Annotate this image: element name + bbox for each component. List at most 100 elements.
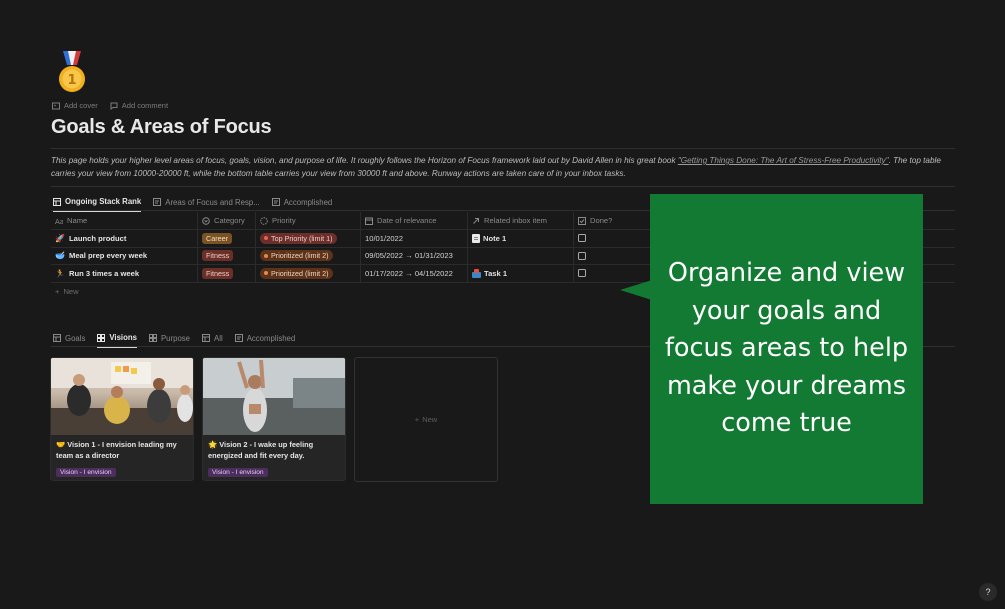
callout-text: Organize and view your goals and focus a… (664, 258, 909, 439)
tab-label: Areas of Focus and Resp... (165, 197, 260, 207)
text-property-icon: Aa (55, 218, 63, 225)
category-cell[interactable]: Fitness (198, 247, 256, 264)
star-icon: 🌟 (208, 440, 218, 449)
done-cell (574, 248, 649, 265)
relation-arrow-icon (473, 217, 479, 224)
inbox-label: Task 1 (484, 268, 508, 278)
status-dot (264, 271, 268, 276)
column-header-priority[interactable]: Priority (256, 212, 361, 229)
add-cover-button[interactable]: Add cover (52, 101, 98, 110)
table-icon (202, 334, 211, 342)
tab-label: Accomplished (246, 333, 296, 343)
callout-pointer (620, 280, 652, 300)
medal-icon[interactable]: 1 (55, 51, 89, 95)
date-cell[interactable]: 01/17/2022 → 04/15/2022 (361, 265, 468, 282)
inbox-link[interactable]: Task 1 (472, 268, 508, 278)
name-cell[interactable]: 🚀 Launch product (51, 230, 198, 247)
add-comment-button[interactable]: Add comment (110, 101, 168, 110)
rocket-icon: 🚀 (55, 233, 65, 243)
status-dot (264, 236, 268, 241)
status-property-icon (260, 216, 268, 225)
card-text: Vision 1 - I envision leading my team as… (56, 440, 177, 460)
inbox-cell[interactable] (468, 247, 574, 264)
description-prefix: This page holds your higher level areas … (51, 156, 678, 165)
column-header-date[interactable]: Date of relevance (361, 212, 468, 229)
vision-gallery: 🤝 Vision 1 - I envision leading my team … (50, 357, 498, 482)
priority-tag: Top Priority (limit 1) (260, 232, 337, 244)
book-link[interactable]: "Getting Things Done: The Art of Stress-… (678, 156, 889, 165)
add-comment-label: Add comment (121, 101, 169, 110)
done-checkbox[interactable] (578, 234, 586, 243)
select-property-icon (202, 216, 210, 225)
priority-tag: Prioritized (limit 2) (260, 267, 333, 279)
inbox-link[interactable]: Note 1 (472, 233, 506, 243)
category-tag: Fitness (202, 250, 234, 262)
done-cell (574, 230, 649, 247)
gallery-card[interactable]: 🌟 Vision 2 - I wake up feeling energized… (202, 357, 346, 481)
table-icon (53, 334, 61, 342)
card-cover-image (51, 358, 193, 435)
inbox-cell[interactable]: Task 1 (468, 265, 574, 282)
priority-cell[interactable]: Prioritized (limit 2) (256, 265, 361, 282)
category-tag: Fitness (202, 267, 234, 279)
column-label: Done? (590, 216, 613, 225)
priority-cell[interactable]: Top Priority (limit 1) (256, 230, 361, 247)
note-icon (472, 233, 480, 243)
date-cell[interactable]: 09/05/2022 → 01/31/2023 (361, 247, 468, 264)
vision-tag: Vision - I envision (56, 468, 116, 477)
bowl-icon: 🥣 (55, 251, 65, 261)
svg-text:Aa: Aa (55, 218, 63, 225)
promo-callout: Organize and view your goals and focus a… (650, 194, 923, 504)
board-icon (153, 198, 162, 206)
gallery-card[interactable]: 🤝 Vision 1 - I envision leading my team … (50, 357, 194, 481)
checkbox-property-icon (578, 216, 586, 225)
name-cell[interactable]: 🥣 Meal prep every week (51, 247, 198, 264)
column-label: Category (214, 216, 245, 225)
board-icon (271, 198, 280, 206)
done-checkbox[interactable] (578, 269, 586, 278)
help-button[interactable]: ? (979, 583, 997, 601)
tab-label: Accomplished (283, 197, 333, 207)
add-cover-label: Add cover (64, 101, 98, 110)
new-label: New (63, 286, 79, 296)
column-label: Related inbox item (484, 216, 547, 225)
table-icon (53, 197, 61, 206)
name-cell[interactable]: 🏃 Run 3 times a week (51, 265, 198, 282)
card-cover-image (203, 358, 345, 435)
priority-label: Prioritized (limit 2) (271, 268, 329, 278)
column-header-category[interactable]: Category (198, 212, 256, 229)
category-cell[interactable]: Fitness (198, 265, 256, 282)
status-dot (264, 253, 268, 258)
gallery-icon (148, 334, 157, 342)
done-checkbox[interactable] (578, 251, 586, 260)
priority-tag: Prioritized (limit 2) (260, 250, 333, 262)
tab-label: All (214, 333, 223, 343)
card-title: 🤝 Vision 1 - I envision leading my team … (51, 435, 193, 461)
column-header-inbox[interactable]: Related inbox item (468, 212, 574, 229)
card-text: Vision 2 - I wake up feeling energized a… (208, 440, 314, 460)
column-label: Priority (272, 216, 296, 225)
plus-icon: + (55, 286, 60, 296)
calendar-icon (365, 217, 373, 225)
svg-text:1: 1 (67, 73, 76, 88)
category-tag: Career (202, 232, 232, 244)
vision-tag: Vision - I envision (208, 468, 268, 477)
new-label: New (422, 415, 438, 424)
comment-icon (110, 102, 118, 110)
new-card-button[interactable]: + New (354, 357, 498, 482)
divider (51, 148, 955, 149)
date-cell[interactable]: 10/01/2022 (361, 230, 468, 247)
priority-label: Top Priority (limit 1) (271, 233, 333, 243)
woman-stretching-photo (203, 358, 345, 435)
row-name: Run 3 times a week (69, 268, 140, 278)
column-label: Date of relevance (377, 216, 437, 225)
inbox-cell[interactable]: Note 1 (468, 230, 574, 247)
priority-cell[interactable]: Prioritized (limit 2) (256, 247, 361, 264)
tab-label: Purpose (160, 333, 191, 343)
page-title[interactable]: Goals & Areas of Focus (51, 116, 272, 139)
column-header-name[interactable]: Aa Name (51, 212, 198, 229)
plus-icon: + (414, 415, 420, 424)
column-header-done[interactable]: Done? (574, 212, 649, 229)
board-icon (234, 334, 243, 342)
category-cell[interactable]: Career (198, 230, 256, 247)
